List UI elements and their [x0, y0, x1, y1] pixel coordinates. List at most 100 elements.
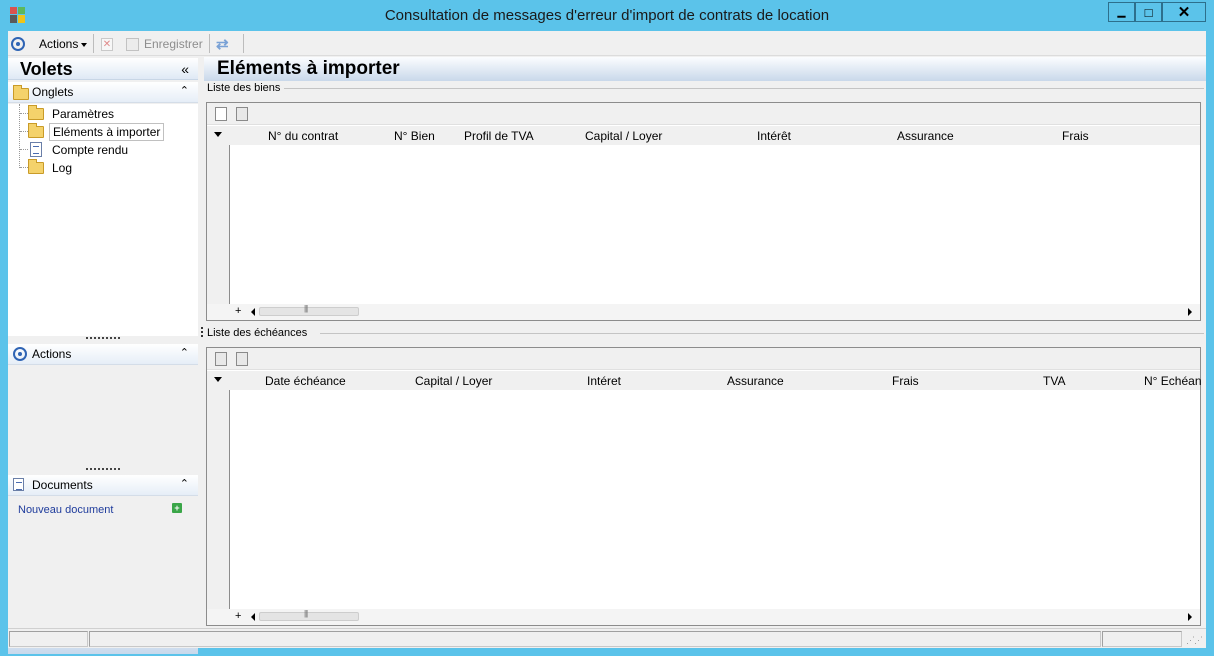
- save-label: Enregistrer: [144, 37, 203, 51]
- maximize-icon: □: [1144, 4, 1153, 20]
- column-header[interactable]: Profil de TVA: [464, 129, 534, 143]
- tree-item-compte-rendu[interactable]: Compte rendu: [28, 141, 131, 158]
- column-header[interactable]: N° du contrat: [268, 129, 338, 143]
- biens-group-label: Liste des biens: [207, 82, 284, 94]
- onglets-label: Onglets: [32, 85, 74, 99]
- column-chooser-icon[interactable]: [214, 132, 222, 137]
- resize-grip[interactable]: [86, 337, 120, 340]
- toolbar-separator: [209, 34, 210, 53]
- tree-connector: [20, 149, 28, 150]
- refresh-icon: ⇄: [216, 36, 229, 53]
- client-area: Actions ✕ Enregistrer ⇄ Volets « Onglets…: [8, 31, 1206, 654]
- resize-grip[interactable]: [86, 468, 120, 471]
- column-header[interactable]: Assurance: [727, 374, 784, 388]
- scroll-left-icon[interactable]: [251, 308, 255, 316]
- horizontal-scrollbar[interactable]: +: [207, 609, 1200, 625]
- edit-row-icon[interactable]: [236, 352, 248, 366]
- documents-header[interactable]: Documents ⌃: [8, 475, 198, 496]
- column-header[interactable]: Frais: [892, 374, 919, 388]
- row-selector-strip: [207, 145, 230, 304]
- application-window: Consultation de messages d'erreur d'impo…: [0, 0, 1214, 656]
- status-bar: ⋰⋰: [8, 628, 1206, 648]
- column-chooser-icon[interactable]: [214, 377, 222, 382]
- tree-item-parametres[interactable]: Paramètres: [28, 104, 117, 122]
- volets-title: Volets: [20, 59, 73, 79]
- document-icon: [30, 142, 42, 157]
- resize-grip-icon[interactable]: ⋰⋰: [1186, 635, 1203, 646]
- onglets-tree: Paramètres Eléments à importer Compte re…: [8, 104, 198, 336]
- close-button[interactable]: ✕: [1162, 2, 1206, 22]
- status-segment: [89, 631, 1101, 647]
- biens-grid-body[interactable]: [231, 145, 1200, 304]
- tree-item-log[interactable]: Log: [28, 158, 75, 176]
- save-icon: [126, 37, 139, 51]
- minimize-button[interactable]: ▁: [1108, 2, 1135, 22]
- column-header[interactable]: Intéret: [587, 374, 621, 388]
- column-header[interactable]: Frais: [1062, 129, 1089, 143]
- page-title-bar: Eléments à importer: [204, 57, 1206, 81]
- horizontal-scrollbar[interactable]: +: [207, 304, 1200, 320]
- left-panel: Volets « Onglets ⌃ Paramètres Eléments à…: [8, 56, 199, 654]
- tree-item-label: Paramètres: [52, 106, 115, 121]
- scroll-left-icon[interactable]: [251, 613, 255, 621]
- panel-splitter[interactable]: [201, 327, 203, 337]
- actions-menu-button[interactable]: Actions: [39, 34, 88, 54]
- echeances-grid: Date échéance Capital / Loyer Intéret As…: [206, 347, 1202, 626]
- biens-grid: N° du contrat N° Bien Profil de TVA Capi…: [206, 102, 1201, 321]
- column-header[interactable]: Date échéance: [265, 374, 346, 388]
- maximize-button[interactable]: □: [1135, 2, 1162, 22]
- tree-item-elements-a-importer[interactable]: Eléments à importer: [28, 122, 165, 141]
- tree-connector: [20, 131, 28, 132]
- delete-button[interactable]: ✕: [101, 34, 113, 54]
- expand-icon[interactable]: +: [235, 610, 241, 622]
- title-bar[interactable]: Consultation de messages d'erreur d'impo…: [0, 0, 1214, 31]
- save-button[interactable]: Enregistrer: [126, 34, 203, 54]
- folder-icon: [28, 158, 44, 174]
- toolbar-separator: [243, 34, 244, 53]
- column-header[interactable]: N° Bien: [394, 129, 435, 143]
- column-header[interactable]: Intérêt: [757, 129, 791, 143]
- new-row-icon[interactable]: [215, 352, 227, 366]
- minimize-icon: ▁: [1117, 6, 1126, 18]
- column-header[interactable]: TVA: [1043, 374, 1065, 388]
- actions-header[interactable]: Actions ⌃: [8, 344, 198, 365]
- folder-icon: [13, 85, 34, 103]
- folder-open-icon: [28, 122, 44, 138]
- document-icon: [13, 478, 24, 494]
- folder-icon: [28, 104, 44, 120]
- scroll-thumb[interactable]: [259, 609, 359, 621]
- chevron-up-icon[interactable]: ⌃: [180, 346, 189, 359]
- chevron-down-icon: [81, 43, 88, 47]
- expand-icon[interactable]: +: [235, 305, 241, 317]
- onglets-header[interactable]: Onglets ⌃: [8, 82, 198, 103]
- chevron-up-icon[interactable]: ⌃: [180, 477, 189, 490]
- column-header[interactable]: Capital / Loyer: [415, 374, 492, 388]
- echeances-grid-header: Date échéance Capital / Loyer Intéret As…: [207, 371, 1202, 390]
- group-border: [320, 333, 1204, 334]
- new-row-icon[interactable]: [215, 107, 227, 121]
- close-icon: ✕: [1177, 4, 1191, 21]
- tree-connector: [20, 113, 28, 114]
- toolbar: Actions ✕ Enregistrer ⇄: [8, 31, 1206, 56]
- echeances-grid-body[interactable]: [231, 390, 1200, 609]
- column-header[interactable]: N° Echéan: [1144, 374, 1202, 388]
- column-header[interactable]: Assurance: [897, 129, 954, 143]
- grid-toolbar: [207, 348, 1200, 370]
- actions-circle-button[interactable]: [11, 34, 25, 54]
- page-title: Eléments à importer: [217, 58, 400, 79]
- add-document-icon[interactable]: +: [172, 503, 182, 513]
- biens-grid-header: N° du contrat N° Bien Profil de TVA Capi…: [207, 126, 1200, 145]
- edit-row-icon[interactable]: [236, 107, 248, 121]
- status-segment: [1102, 631, 1182, 647]
- column-header[interactable]: Capital / Loyer: [585, 129, 662, 143]
- collapse-panel-icon[interactable]: «: [181, 61, 189, 77]
- scroll-right-icon[interactable]: [1188, 613, 1192, 621]
- target-icon: [11, 37, 25, 51]
- scroll-right-icon[interactable]: [1188, 308, 1192, 316]
- scroll-thumb[interactable]: [259, 304, 359, 316]
- new-document-link[interactable]: Nouveau document: [18, 504, 113, 516]
- window-title: Consultation de messages d'erreur d'impo…: [384, 7, 830, 24]
- tree-item-label: Log: [52, 160, 73, 175]
- chevron-up-icon[interactable]: ⌃: [180, 84, 189, 97]
- refresh-button[interactable]: ⇄: [216, 34, 229, 54]
